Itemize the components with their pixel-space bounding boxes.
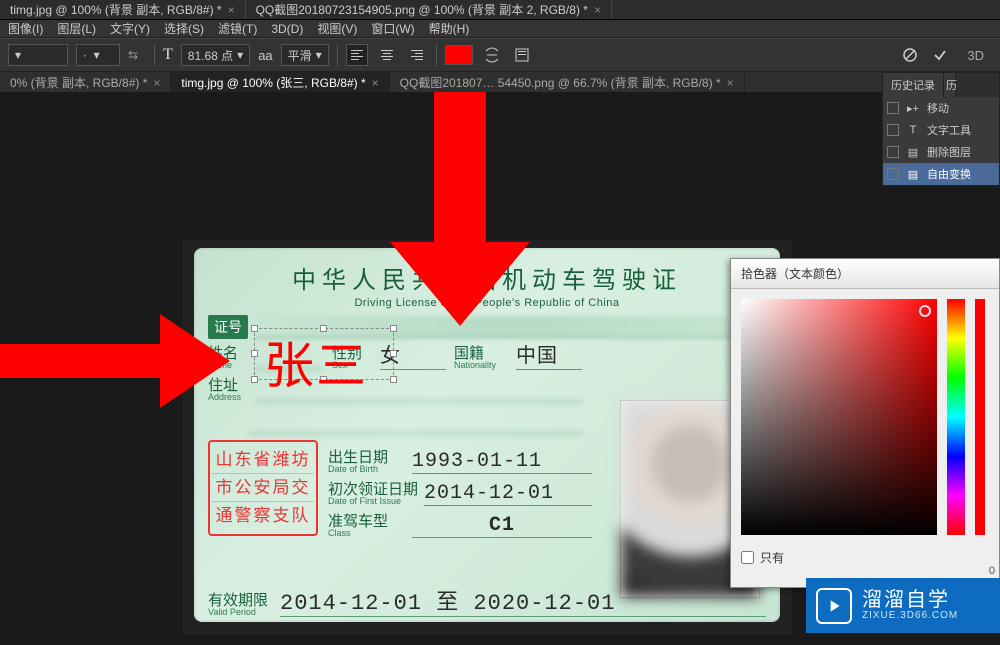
3d-button[interactable]: 3D bbox=[967, 48, 984, 63]
file-tab[interactable]: timg.jpg @ 100% (背景 副本, RGB/8#) *× bbox=[0, 0, 246, 19]
history-item[interactable]: T文字工具 bbox=[883, 119, 999, 141]
close-icon[interactable]: × bbox=[594, 3, 601, 17]
menu-3d[interactable]: 3D(D) bbox=[271, 22, 303, 36]
menu-bar: 图像(I) 图层(L) 文字(Y) 选择(S) 滤镜(T) 3D(D) 视图(V… bbox=[0, 20, 1000, 38]
close-icon[interactable]: × bbox=[727, 76, 734, 90]
history-item[interactable]: ▤自由变换 bbox=[883, 163, 999, 185]
doc-tab[interactable]: timg.jpg @ 100% (张三, RGB/8#) *× bbox=[171, 72, 389, 93]
history-tab[interactable]: 历史记录 bbox=[883, 73, 944, 97]
menu-text[interactable]: 文字(Y) bbox=[110, 20, 150, 37]
font-style-dropdown[interactable]: · ▾ bbox=[76, 44, 120, 66]
transform-handle[interactable] bbox=[251, 350, 258, 357]
layer-icon: ▤ bbox=[905, 168, 921, 181]
menu-help[interactable]: 帮助(H) bbox=[429, 20, 470, 37]
close-icon[interactable]: × bbox=[153, 76, 160, 90]
doc-tab[interactable]: QQ截图201807… 54450.png @ 66.7% (背景 副本, RG… bbox=[390, 72, 745, 93]
font-size-field[interactable]: 81.68 点 ▾ bbox=[181, 44, 250, 66]
menu-view[interactable]: 视图(V) bbox=[317, 20, 357, 37]
align-right-button[interactable] bbox=[406, 44, 428, 66]
transform-handle[interactable] bbox=[390, 376, 397, 383]
text-size-icon: T bbox=[163, 46, 173, 64]
color-picker-title: 拾色器（文本颜色） bbox=[731, 259, 999, 289]
color-preview-strip bbox=[975, 299, 985, 535]
history-panel: 历史记录 历 ▸+移动 T文字工具 ▤删除图层 ▤自由变换 bbox=[882, 72, 1000, 186]
typed-text[interactable]: 张三 bbox=[264, 326, 368, 398]
web-colors-label: 只有 bbox=[760, 549, 784, 566]
window-file-tabs: timg.jpg @ 100% (背景 副本, RGB/8#) *× QQ截图2… bbox=[0, 0, 1000, 20]
layer-icon: ▤ bbox=[905, 146, 921, 159]
hue-slider[interactable] bbox=[947, 299, 965, 535]
antialias-icon: aa bbox=[258, 48, 272, 63]
history-tab-collapsed[interactable]: 历 bbox=[944, 73, 956, 97]
antialias-dropdown[interactable]: 平滑 ▾ bbox=[281, 44, 329, 66]
menu-filter[interactable]: 滤镜(T) bbox=[218, 20, 257, 37]
color-field[interactable] bbox=[741, 299, 937, 535]
close-icon[interactable]: × bbox=[228, 3, 235, 17]
web-colors-checkbox[interactable] bbox=[741, 551, 754, 564]
type-icon: T bbox=[905, 124, 921, 136]
license-class: C1 bbox=[412, 514, 592, 538]
annotation-arrow-right bbox=[0, 314, 234, 404]
watermark-badge: 溜溜自学 ZIXUE.3D66.COM bbox=[806, 578, 1000, 633]
cancel-icon[interactable] bbox=[899, 44, 921, 66]
play-icon bbox=[816, 588, 852, 624]
document-tabs: 0% (背景 副本, RGB/8#) *× timg.jpg @ 100% (张… bbox=[0, 72, 1000, 94]
color-value: 0 bbox=[989, 565, 995, 577]
menu-select[interactable]: 选择(S) bbox=[164, 20, 204, 37]
color-picker-dialog[interactable]: 拾色器（文本颜色） 只有 0 bbox=[730, 258, 1000, 588]
align-center-button[interactable] bbox=[376, 44, 398, 66]
text-color-swatch[interactable] bbox=[445, 45, 473, 65]
transform-handle[interactable] bbox=[390, 350, 397, 357]
annotation-arrow-down bbox=[390, 92, 530, 332]
file-tab[interactable]: QQ截图20180723154905.png @ 100% (背景 副本 2, … bbox=[246, 0, 612, 19]
font-family-dropdown[interactable]: ▾ bbox=[8, 44, 68, 66]
transform-handle[interactable] bbox=[251, 325, 258, 332]
warp-text-icon[interactable] bbox=[481, 44, 503, 66]
menu-layer[interactable]: 图层(L) bbox=[57, 20, 96, 37]
close-icon[interactable]: × bbox=[372, 76, 379, 90]
license-nationality: 中国 bbox=[516, 339, 582, 370]
character-panel-icon[interactable] bbox=[511, 44, 533, 66]
doc-tab[interactable]: 0% (背景 副本, RGB/8#) *× bbox=[0, 72, 171, 93]
history-item[interactable]: ▸+移动 bbox=[883, 97, 999, 119]
history-item[interactable]: ▤删除图层 bbox=[883, 141, 999, 163]
swap-icon[interactable]: ⇆ bbox=[128, 44, 146, 66]
transform-handle[interactable] bbox=[251, 376, 258, 383]
color-cursor[interactable] bbox=[919, 305, 931, 317]
align-left-button[interactable] bbox=[346, 44, 368, 66]
text-options-bar: ▾ · ▾ ⇆ T 81.68 点 ▾ aa 平滑 ▾ 3D bbox=[0, 38, 1000, 72]
move-icon: ▸+ bbox=[905, 102, 921, 115]
license-first-issue: 2014-12-01 bbox=[424, 482, 592, 506]
menu-window[interactable]: 窗口(W) bbox=[371, 20, 414, 37]
issuing-authority-stamp: 山东省潍坊 市公安局交 通警察支队 bbox=[208, 440, 318, 536]
commit-icon[interactable] bbox=[929, 44, 951, 66]
menu-image[interactable]: 图像(I) bbox=[8, 20, 43, 37]
license-dob: 1993-01-11 bbox=[412, 450, 592, 474]
